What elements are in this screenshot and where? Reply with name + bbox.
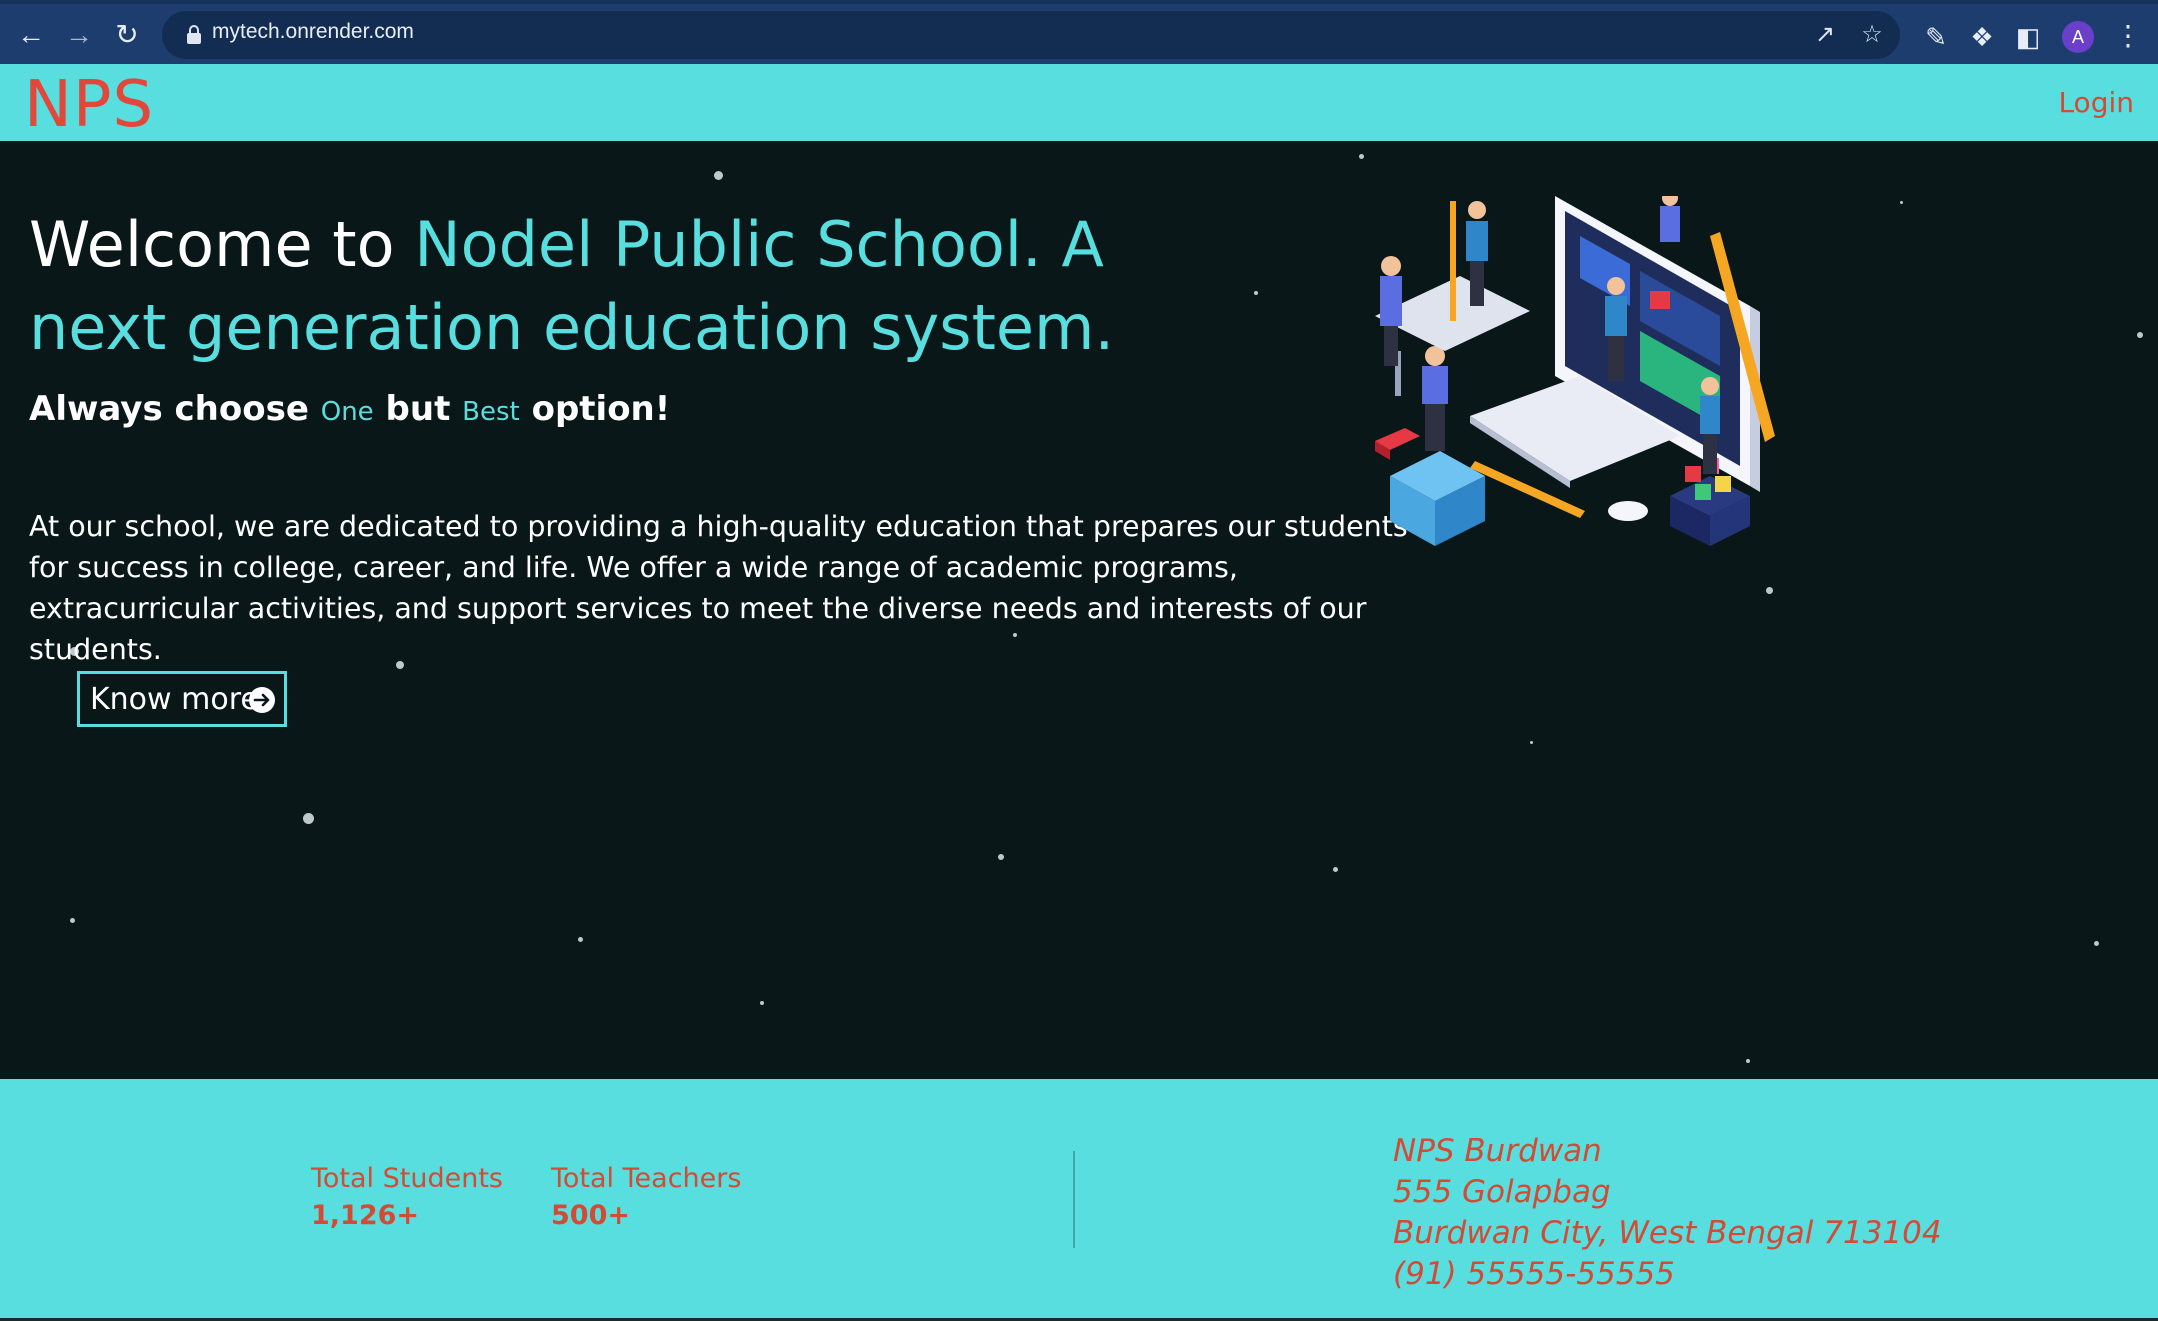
hero-title: Welcome to Nodel Public School. A next g… [29,203,1189,369]
address-phone: (91) 55555-55555 [1393,1256,1675,1292]
tagline-start: Always choose [29,389,321,429]
site-header: NPS Login [0,64,2158,142]
star-dot [1254,291,1258,295]
side-panel-icon[interactable]: ◧ [2012,21,2044,53]
footer-divider [1073,1151,1075,1248]
address-city: Burdwan City, West Bengal 713104 [1393,1215,1942,1251]
tagline-end: option! [519,389,671,429]
star-dot [1359,154,1364,159]
education-illustration [1375,196,1775,546]
total-teachers-label: Total Teachers [551,1163,742,1194]
star-dot [1333,867,1338,872]
browser-toolbar: ← → ↻ mytech.onrender.com ↗ ☆ ✎ ❖ ◧ A ⋮ [0,0,2158,64]
hero-intro-text: At our school, we are dedicated to provi… [29,510,1408,666]
back-icon[interactable]: ← [14,18,48,52]
star-dot [1746,1059,1750,1063]
extensions-puzzle-icon[interactable]: ❖ [1966,21,1998,53]
address-name: NPS Burdwan [1393,1133,1602,1169]
tagline-middle: but [373,389,463,429]
address-bar[interactable]: mytech.onrender.com ↗ ☆ [162,11,1900,59]
share-icon[interactable]: ↗ [1810,20,1840,50]
site-footer: Total Students 1,126+ Total Teachers 500… [0,1079,2158,1321]
login-link[interactable]: Login [2058,86,2134,119]
tagline-highlight-one: One [320,397,374,427]
know-more-button[interactable]: Know more [77,671,287,727]
hero-title-prefix: Welcome to [29,208,415,281]
total-teachers-value: 500+ [551,1200,630,1231]
star-dot [1530,741,1533,744]
star-dot [760,1001,764,1005]
star-dot [2137,332,2143,338]
hero-tagline: Always choose One but Best option! [29,389,670,429]
hero-section: Welcome to Nodel Public School. A next g… [0,141,2158,1079]
lock-icon [187,25,201,44]
star-dot [714,171,723,180]
bookmark-star-icon[interactable]: ☆ [1857,20,1887,50]
reload-icon[interactable]: ↻ [110,18,144,52]
star-dot [1766,587,1773,594]
total-students-label: Total Students [311,1163,503,1194]
know-more-label: Know more [90,681,259,717]
address-street: 555 Golapbag [1393,1174,1611,1210]
tagline-highlight-best: Best [462,397,520,427]
extension-pen-icon[interactable]: ✎ [1920,21,1952,53]
site-logo[interactable]: NPS [24,68,154,142]
url-text[interactable]: mytech.onrender.com [212,20,414,44]
star-dot [1900,201,1903,204]
star-dot [2094,941,2099,946]
star-dot [303,813,314,824]
forward-icon[interactable]: → [62,18,96,52]
browser-menu-icon[interactable]: ⋮ [2114,20,2142,54]
profile-avatar[interactable]: A [2062,21,2094,53]
star-dot [578,937,583,942]
school-address: NPS Burdwan 555 Golapbag Burdwan City, W… [1393,1131,1942,1295]
total-students-value: 1,126+ [311,1200,420,1231]
arrow-circle-right-icon [249,687,275,713]
star-dot [70,918,75,923]
star-dot [998,854,1004,860]
